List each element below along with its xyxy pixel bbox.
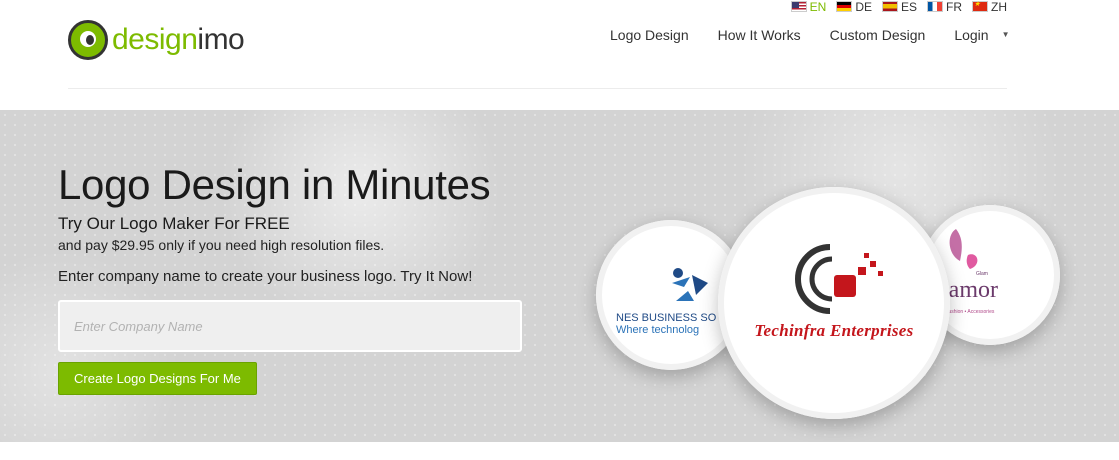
caret-down-icon: ▼ — [1001, 30, 1010, 39]
company-name-input[interactable] — [58, 300, 522, 352]
lang-fr[interactable]: FR — [927, 0, 962, 13]
lang-es[interactable]: ES — [881, 0, 917, 13]
es-flag-icon — [881, 1, 898, 12]
nav-logo-design[interactable]: Logo Design — [610, 26, 689, 44]
header-divider — [68, 88, 1007, 89]
lang-de[interactable]: DE — [836, 0, 872, 13]
us-flag-icon — [790, 1, 807, 12]
nes-logo-text: NES BUSINESS SO Where technolog — [616, 312, 717, 336]
main-nav: Logo Design How It Works Custom Design L… — [610, 26, 1039, 44]
language-bar: EN DE ES FR ZH — [790, 0, 1007, 13]
cn-flag-icon — [972, 0, 988, 12]
techinfra-logo-icon — [795, 244, 883, 314]
sample-logo-techinfra: Techinfra Enterprises — [718, 187, 950, 419]
cta-text: Enter company name to create your busine… — [58, 268, 473, 285]
nes-logo-icon — [672, 268, 708, 301]
price-note: and pay $29.95 only if you need high res… — [58, 237, 385, 253]
fr-flag-icon — [927, 1, 943, 12]
nav-login[interactable]: Login ▼ — [954, 26, 1009, 44]
brand-logo[interactable]: designimo — [68, 20, 245, 60]
lang-en[interactable]: EN — [790, 0, 826, 13]
hero-subtitle: Try Our Logo Maker For FREE — [58, 214, 290, 233]
site-header: EN DE ES FR ZH designimo Logo Design How… — [0, 0, 1119, 110]
de-flag-icon — [836, 1, 853, 12]
lang-zh[interactable]: ZH — [972, 0, 1007, 13]
nav-how-it-works[interactable]: How It Works — [718, 26, 801, 44]
hero-content: Logo Design in Minutes Try Our Logo Make… — [58, 160, 578, 395]
logo-mark-icon — [68, 20, 108, 60]
hero-section: Logo Design in Minutes Try Our Logo Make… — [0, 110, 1119, 442]
butterfly-icon — [949, 229, 978, 269]
brand-name: designimo — [112, 23, 245, 56]
hero-title: Logo Design in Minutes — [58, 161, 491, 208]
create-logo-button[interactable]: Create Logo Designs For Me — [58, 362, 257, 395]
nav-custom-design[interactable]: Custom Design — [830, 26, 926, 44]
logo-showcase: NES BUSINESS SO Where technolog Glam mam… — [590, 187, 1119, 442]
